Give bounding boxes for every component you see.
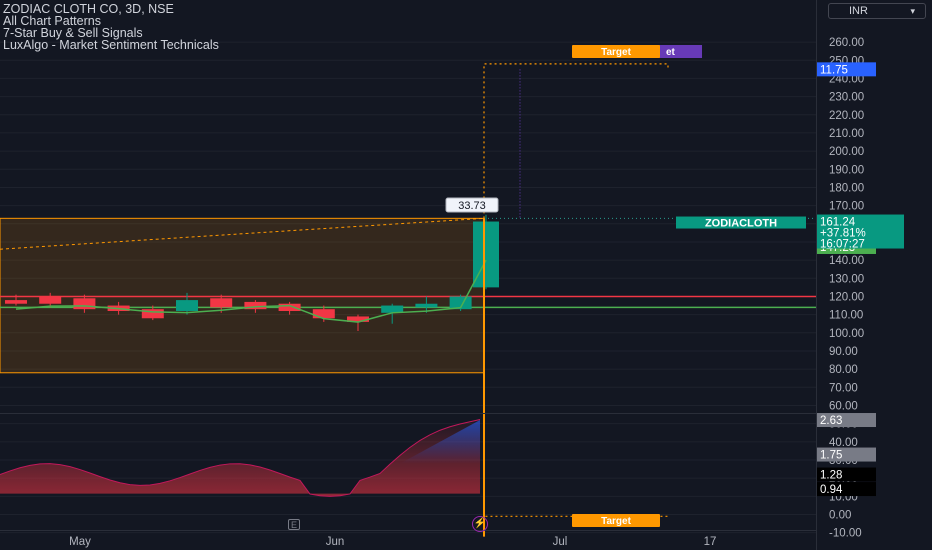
candle-body [39, 296, 62, 304]
target-partial-label: et [666, 47, 676, 58]
price-tick-label: 0.00 [829, 510, 851, 522]
range-value-label: 33.73 [458, 200, 486, 212]
price-tick-label: 120.00 [829, 291, 864, 303]
price-tick-label: 180.00 [829, 182, 864, 194]
candle-body [278, 303, 301, 311]
price-chart[interactable]: etTargetTarget33.73260.00250.00240.00230… [0, 0, 932, 550]
indicator-luxalgo-sentiment[interactable]: LuxAlgo - Market Sentiment Technicals [3, 39, 219, 52]
target-label: Target [601, 47, 631, 58]
price-tick-label: 100.00 [829, 328, 864, 340]
price-tick-label: 110.00 [829, 310, 863, 322]
time-tick-label: Jun [326, 536, 345, 548]
currency-selector[interactable]: INR ▾ [828, 3, 926, 19]
pane-separator[interactable] [0, 413, 816, 414]
symbol-tag-label: ZODIACLOTH [705, 218, 777, 230]
price-tag-label: 0.94 [820, 484, 843, 496]
time-axis-separator [0, 530, 816, 531]
price-tick-label: 190.00 [829, 164, 864, 176]
price-tick-label: 90.00 [829, 346, 858, 358]
time-tick-label: May [69, 536, 91, 548]
candle-body [176, 300, 198, 311]
price-tick-label: 140.00 [829, 255, 864, 267]
target-path-upper [483, 63, 669, 219]
price-axis-separator [816, 0, 817, 550]
price-tick-label: 130.00 [829, 273, 864, 285]
countdown-label: 16:07:27 [820, 239, 865, 251]
target-label: Target [601, 516, 631, 527]
price-tick-label: 80.00 [829, 364, 858, 376]
price-tick-label: 60.00 [829, 400, 858, 412]
chevron-down-icon: ▾ [910, 6, 915, 16]
pattern-range-box [0, 217, 485, 374]
lightning-icon[interactable]: ⚡ [472, 516, 488, 532]
price-tick-label: 220.00 [829, 110, 864, 122]
price-tick-label: 170.00 [829, 201, 864, 213]
price-tick-label: 230.00 [829, 92, 864, 104]
price-tag-label: 1.28 [820, 470, 842, 482]
time-tick-label: 17 [704, 536, 717, 548]
candle-body [312, 309, 335, 319]
price-tag-label: 1.75 [820, 450, 842, 462]
price-tick-label: 40.00 [829, 437, 858, 449]
candle-body [73, 298, 96, 310]
time-tick-label: Jul [553, 536, 568, 548]
chart-legend: ZODIAC CLOTH CO, 3D, NSE All Chart Patte… [3, 3, 219, 52]
currency-label: INR [849, 5, 868, 17]
price-tag-label: 2.63 [820, 415, 842, 427]
earnings-event-marker[interactable]: E [288, 519, 300, 530]
price-tick-label: 70.00 [829, 382, 858, 394]
sentiment-area [0, 419, 480, 497]
target-path-lower [483, 372, 668, 517]
price-tag-label: 11.75 [820, 64, 848, 76]
candle-body [415, 303, 438, 308]
candle-body [5, 300, 27, 304]
price-tick-label: 210.00 [829, 128, 864, 140]
candle-body [210, 298, 233, 308]
price-tick-label: 200.00 [829, 146, 864, 158]
price-tick-label: 260.00 [829, 37, 864, 49]
price-tick-label: -10.00 [829, 528, 862, 540]
